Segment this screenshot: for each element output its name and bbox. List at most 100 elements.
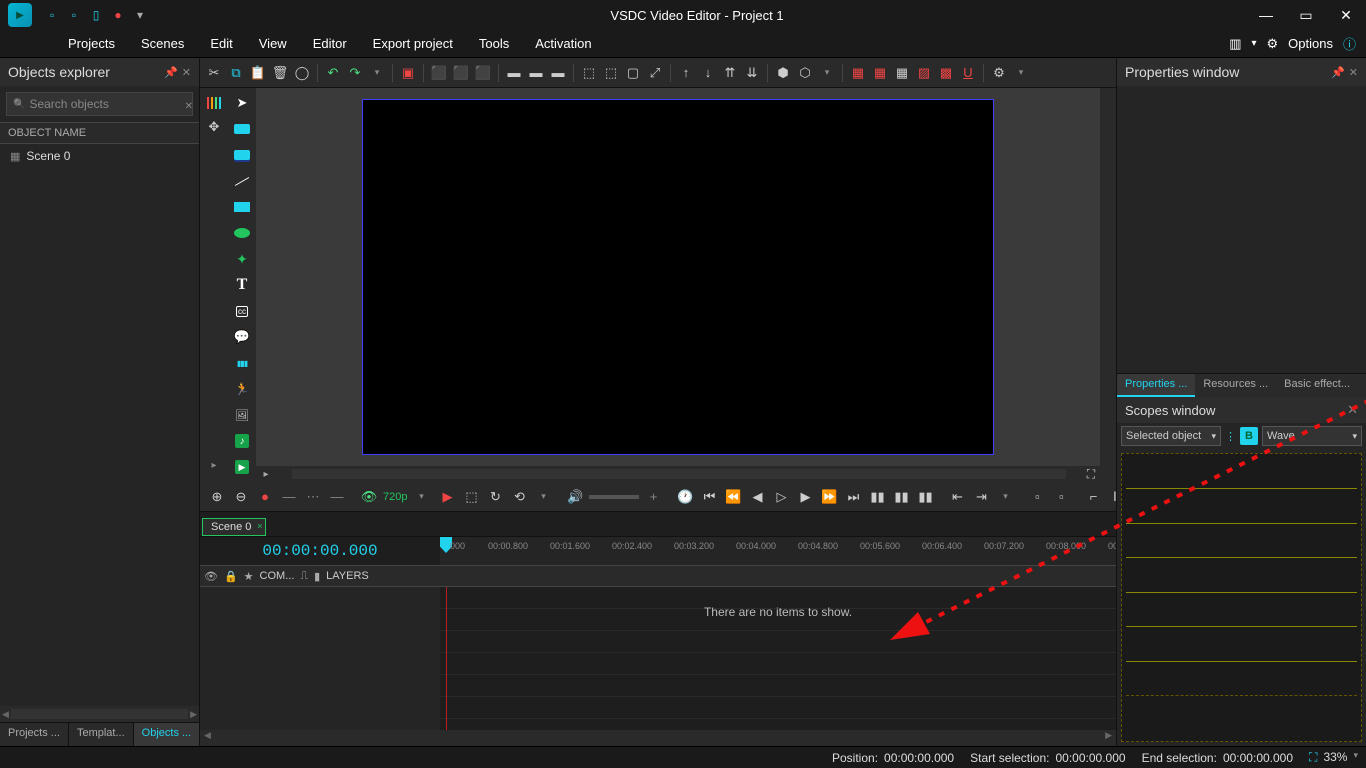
scopes-object-select[interactable]: Selected object▾: [1121, 426, 1221, 446]
in-point-icon[interactable]: ⇤: [947, 487, 967, 507]
out-point-icon[interactable]: ⇥: [971, 487, 991, 507]
menu-activation[interactable]: Activation: [535, 36, 591, 51]
expand-icon[interactable]: ▸: [203, 454, 225, 476]
tab-basic-effects[interactable]: Basic effect...: [1276, 374, 1358, 397]
scopes-mode-select[interactable]: Wave▾: [1262, 426, 1362, 446]
tab-projects[interactable]: Projects ...: [0, 723, 69, 746]
split-1-icon[interactable]: ▮▮: [867, 487, 887, 507]
quick-record-icon[interactable]: ●: [110, 7, 126, 23]
play-red-icon[interactable]: ▶: [437, 487, 457, 507]
preview-quality[interactable]: 720p: [383, 491, 407, 503]
video-preview[interactable]: [362, 99, 994, 455]
scopes-link-icon[interactable]: ⋮: [1225, 430, 1236, 443]
grid-6-icon[interactable]: U: [958, 63, 978, 83]
layout-icon[interactable]: ▥: [1229, 36, 1241, 52]
snap-1-icon[interactable]: ▫: [1027, 487, 1047, 507]
menu-edit[interactable]: Edit: [210, 36, 232, 51]
move-tool-icon[interactable]: ✥: [203, 116, 225, 138]
resize-icon[interactable]: ⤢: [645, 63, 665, 83]
frame-fwd-icon[interactable]: ↻: [485, 487, 505, 507]
record-button-icon[interactable]: ●: [255, 487, 275, 507]
info-icon[interactable]: ⓘ: [1343, 34, 1356, 53]
scene-tab-0[interactable]: Scene 0: [202, 518, 266, 536]
menu-export[interactable]: Export project: [373, 36, 453, 51]
split-2-icon[interactable]: ▮▮: [891, 487, 911, 507]
tab-templates[interactable]: Templat...: [69, 723, 134, 746]
menu-view[interactable]: View: [259, 36, 287, 51]
goto-start-icon[interactable]: ⏮: [699, 487, 719, 507]
settings-gear-icon[interactable]: ⚙: [989, 63, 1009, 83]
snap-2-icon[interactable]: ▫: [1051, 487, 1071, 507]
quick-device-icon[interactable]: ▯: [88, 7, 104, 23]
delete-icon[interactable]: 🗑: [270, 63, 290, 83]
rewind-icon[interactable]: ⏪: [723, 487, 743, 507]
objects-hscroll[interactable]: ◀ ▶: [0, 706, 199, 722]
maximize-button[interactable]: ▭: [1286, 0, 1326, 30]
crop-tl-icon[interactable]: ⌐: [1083, 487, 1103, 507]
audio-levels-icon[interactable]: [203, 92, 225, 114]
cursor-tool-icon[interactable]: ➤: [231, 92, 253, 114]
loop-icon[interactable]: ⟲: [509, 487, 529, 507]
menu-editor[interactable]: Editor: [313, 36, 347, 51]
to-back-icon[interactable]: ⇊: [742, 63, 762, 83]
rectangle-tool-icon[interactable]: [231, 196, 253, 218]
visibility-col-icon[interactable]: 👁: [204, 570, 218, 583]
step-fwd-icon[interactable]: ▶: [795, 487, 815, 507]
copy-icon[interactable]: ⧉: [226, 63, 246, 83]
favorite-col-icon[interactable]: ★: [244, 570, 254, 583]
tl-scroll-right-icon[interactable]: ▶: [1101, 730, 1116, 746]
distribute-v-icon[interactable]: ⬚: [601, 63, 621, 83]
align-top-icon[interactable]: ▬: [504, 63, 524, 83]
grid-5-icon[interactable]: ▩: [936, 63, 956, 83]
sprite-tool-icon[interactable]: [231, 118, 253, 140]
panel-close-icon[interactable]: ✕: [182, 66, 191, 79]
ellipse-shape-icon[interactable]: [231, 222, 253, 244]
split-3-icon[interactable]: ▮▮: [915, 487, 935, 507]
menu-tools[interactable]: Tools: [479, 36, 509, 51]
grid-3-icon[interactable]: ▦: [892, 63, 912, 83]
panel-pin-icon[interactable]: 📌: [164, 66, 178, 79]
freeform-tool-icon[interactable]: [231, 248, 253, 270]
animation-tool-icon[interactable]: [231, 378, 253, 400]
range-dropdown-icon[interactable]: ▾: [995, 487, 1015, 507]
line-tool-icon[interactable]: [231, 170, 253, 192]
fullscreen-icon[interactable]: ⛶: [1082, 467, 1100, 482]
paste-icon[interactable]: 📋: [248, 63, 268, 83]
tab-properties[interactable]: Properties ...: [1117, 374, 1195, 397]
zoom-dropdown-icon[interactable]: ▾: [1353, 750, 1358, 765]
frame-back-icon[interactable]: ⬚: [461, 487, 481, 507]
remove-marker-icon[interactable]: ⊖: [231, 487, 251, 507]
align-left-icon[interactable]: ⬛: [429, 63, 449, 83]
marker-next-icon[interactable]: —: [327, 487, 347, 507]
close-button[interactable]: ✕: [1326, 0, 1366, 30]
quick-export-icon[interactable]: ▫: [66, 7, 82, 23]
add-marker-icon[interactable]: ⊕: [207, 487, 227, 507]
marker-list-icon[interactable]: ⋯: [303, 487, 323, 507]
play-button-icon[interactable]: ▷: [771, 487, 791, 507]
undo-dropdown-icon[interactable]: ▾: [367, 63, 387, 83]
canvas-viewport[interactable]: [256, 88, 1100, 466]
scroll-right-icon[interactable]: ▶: [190, 709, 197, 720]
quick-dropdown-icon[interactable]: ▾: [132, 7, 148, 23]
text-tool-icon[interactable]: T: [231, 274, 253, 296]
undo-icon[interactable]: ↶: [323, 63, 343, 83]
tl-scroll-left-icon[interactable]: ◀: [200, 730, 215, 746]
settings-dropdown-icon[interactable]: ▾: [1011, 63, 1031, 83]
goto-end-icon[interactable]: ⏭: [843, 487, 863, 507]
image-tool-icon[interactable]: [231, 404, 253, 426]
forward-icon[interactable]: ⏩: [819, 487, 839, 507]
lock-col-icon[interactable]: 🔒: [224, 570, 238, 583]
video-tool-icon[interactable]: [231, 144, 253, 166]
canvas-vscroll[interactable]: [1100, 88, 1116, 482]
group-icon[interactable]: ⬢: [773, 63, 793, 83]
crop-icon[interactable]: ▢: [623, 63, 643, 83]
cut-icon[interactable]: ✂: [204, 63, 224, 83]
menu-scenes[interactable]: Scenes: [141, 36, 184, 51]
ungroup-icon[interactable]: ⬡: [795, 63, 815, 83]
canvas-hscroll[interactable]: ▸ ⛶: [256, 466, 1100, 482]
timeline-tracks-area[interactable]: There are no items to show.: [440, 587, 1116, 730]
scroll-left-icon[interactable]: ◀: [2, 709, 9, 720]
minimize-button[interactable]: —: [1246, 0, 1286, 30]
ellipse-tool-icon[interactable]: ◯: [292, 63, 312, 83]
distribute-h-icon[interactable]: ⬚: [579, 63, 599, 83]
